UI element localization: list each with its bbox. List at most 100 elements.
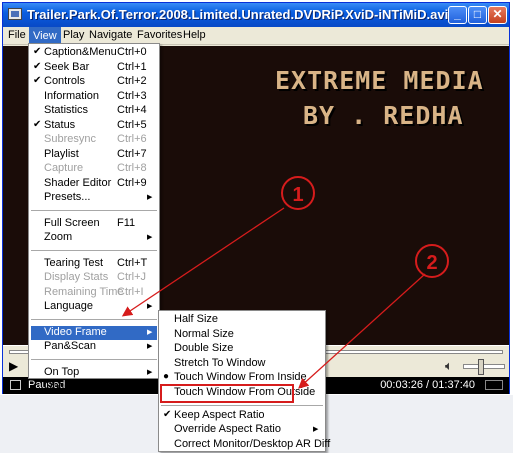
menu-item-label: Information xyxy=(44,89,100,102)
video-frame-item-keep-aspect-ratio[interactable]: ✔ Keep Aspect Ratio xyxy=(161,409,323,424)
menu-separator xyxy=(31,318,157,320)
view-menu-item-on-top[interactable]: On Top ▶ xyxy=(31,366,157,381)
resize-grip-icon[interactable] xyxy=(485,380,503,390)
menu-item-label: Keep Aspect Ratio xyxy=(174,408,265,421)
menu-item-label: Statistics xyxy=(44,104,89,116)
menu-item-label: On Top xyxy=(44,365,80,378)
view-menu-item-zoom[interactable]: Zoom ▶ xyxy=(31,231,157,246)
video-frame-item-correct-monitor-desktop-ar-diff[interactable]: Correct Monitor/Desktop AR Diff xyxy=(161,438,330,453)
view-menu-item-video-frame[interactable]: Video Frame ▶ xyxy=(31,325,157,340)
menu-item-shortcut: Ctrl+J xyxy=(117,271,147,283)
view-menu-item-status[interactable]: ✔ Status Ctrl+5 xyxy=(31,119,157,134)
menu-item-label: Stretch To Window xyxy=(174,356,266,369)
menu-item-shortcut: Ctrl+0 xyxy=(117,46,147,58)
menu-separator xyxy=(31,358,157,360)
menu-item-label: Display Stats xyxy=(44,271,109,283)
menu-item-label: Zoom xyxy=(44,231,73,243)
video-frame-submenu: Half Size Normal Size Double Size Stretch T… xyxy=(158,310,330,453)
menu-item-label: Pan&Scan xyxy=(44,340,96,352)
close-button[interactable]: ✕ xyxy=(488,6,507,24)
view-menu-item-full-screen[interactable]: Full Screen F11 xyxy=(31,217,157,232)
menu-item-label: Caption&Menu xyxy=(44,46,117,58)
menu-item-label: Language xyxy=(44,300,93,312)
submenu-arrow-icon: ▶ xyxy=(147,303,153,310)
watermark-line2: BY . REDHA xyxy=(303,101,464,130)
view-menu-item-presets[interactable]: Presets... ▶ xyxy=(31,191,157,206)
menu-help[interactable]: Help xyxy=(183,29,206,41)
menu-item-label: Presets... xyxy=(44,191,91,203)
menu-item-shortcut: Ctrl+8 xyxy=(117,162,147,174)
volume-slider-knob[interactable] xyxy=(478,359,484,375)
title-bar[interactable]: Trailer.Park.Of.Terror.2008.Limited.Unra… xyxy=(3,3,509,27)
app-icon xyxy=(8,8,22,20)
view-menu-item-caption-menu[interactable]: ✔ Caption&Menu Ctrl+0 xyxy=(31,46,157,61)
window-title: Trailer.Park.Of.Terror.2008.Limited.Unra… xyxy=(27,7,467,22)
menu-item-label: Half Size xyxy=(174,313,219,325)
submenu-arrow-icon: ▶ xyxy=(147,328,153,336)
check-icon: ✔ xyxy=(33,118,42,130)
view-menu-item-subresync[interactable]: Subresync Ctrl+6 xyxy=(31,133,157,148)
view-menu-item-remaining-time[interactable]: Remaining Time Ctrl+I xyxy=(31,286,157,301)
menu-separator xyxy=(31,209,157,211)
video-frame-item-override-aspect-ratio[interactable]: Override Aspect Ratio ▶ xyxy=(161,423,323,438)
view-menu-item-capture[interactable]: Capture Ctrl+8 xyxy=(31,162,157,177)
watermark-line1: EXTREME MEDIA xyxy=(275,66,484,95)
view-menu-item-controls[interactable]: ✔ Controls Ctrl+2 xyxy=(31,75,157,90)
menu-separator xyxy=(161,404,323,406)
menu-item-label: Video Frame xyxy=(44,325,107,338)
menu-item-label: Full Screen xyxy=(44,216,100,229)
menu-item-shortcut: Ctrl+I xyxy=(117,285,144,298)
menu-item-label: Correct Monitor/Desktop AR Diff xyxy=(174,437,331,450)
menu-navigate[interactable]: Navigate xyxy=(89,29,132,41)
menu-favorites[interactable]: Favorites xyxy=(137,29,182,41)
menu-item-label: Shader Editor xyxy=(44,176,112,189)
view-menu-item-seek-bar[interactable]: ✔ Seek Bar Ctrl+1 xyxy=(31,61,157,76)
menu-item-label: Remaining Time xyxy=(44,285,124,298)
play-icon[interactable]: ▶ xyxy=(9,359,18,373)
volume-track[interactable] xyxy=(463,364,505,369)
menu-item-shortcut: Ctrl+4 xyxy=(117,104,147,116)
menu-item-label: Subresync xyxy=(44,133,96,145)
maximize-button[interactable]: □ xyxy=(468,6,487,24)
view-menu-item-shader-editor[interactable]: Shader Editor Ctrl+9 xyxy=(31,177,157,192)
menu-item-shortcut: Ctrl+1 xyxy=(117,60,147,73)
menu-item-label: Tearing Test xyxy=(44,256,104,269)
view-menu: ✔ Caption&Menu Ctrl+0 ✔ Seek Bar Ctrl+1 ✔ Contr… xyxy=(28,43,160,392)
menu-item-shortcut: Ctrl+6 xyxy=(117,133,147,145)
video-frame-item-normal-size[interactable]: Normal Size xyxy=(161,328,323,343)
view-menu-item-tearing-test[interactable]: Tearing Test Ctrl+T xyxy=(31,257,157,272)
menu-item-shortcut: Ctrl+5 xyxy=(117,118,147,131)
check-icon: ✔ xyxy=(163,408,172,420)
submenu-arrow-icon: ▶ xyxy=(313,426,319,434)
check-icon: ✔ xyxy=(33,75,42,86)
view-menu-item-pan-scan[interactable]: Pan&Scan ▶ xyxy=(31,340,157,355)
menu-item-label: Normal Size xyxy=(174,327,234,340)
submenu-arrow-icon: ▶ xyxy=(147,234,153,241)
menu-separator xyxy=(31,249,157,251)
view-menu-item-playlist[interactable]: Playlist Ctrl+7 xyxy=(31,148,157,163)
menu-item-shortcut: Ctrl+9 xyxy=(117,176,147,189)
menu-play[interactable]: Play xyxy=(63,29,84,41)
menu-item-label: Seek Bar xyxy=(44,60,90,73)
status-icon xyxy=(10,380,21,390)
submenu-arrow-icon: ▶ xyxy=(147,368,153,376)
minimize-button[interactable]: _ xyxy=(448,6,467,24)
video-frame-item-stretch-to-window[interactable]: Stretch To Window xyxy=(161,357,323,372)
check-icon: ✔ xyxy=(33,60,42,72)
menu-item-label: Status xyxy=(44,118,76,131)
video-frame-item-half-size[interactable]: Half Size xyxy=(161,313,323,328)
submenu-arrow-icon: ▶ xyxy=(147,343,153,350)
view-menu-item-statistics[interactable]: Statistics Ctrl+4 xyxy=(31,104,157,119)
menu-file[interactable]: File xyxy=(8,29,26,41)
menu-item-label: Capture xyxy=(44,162,84,174)
view-menu-item-display-stats[interactable]: Display Stats Ctrl+J xyxy=(31,271,157,286)
highlight-box xyxy=(160,384,294,403)
video-frame-item-double-size[interactable]: Double Size xyxy=(161,342,323,357)
menu-item-label: Touch Window From Inside xyxy=(174,371,307,384)
menu-item-shortcut: O xyxy=(117,380,126,392)
view-menu-item-options[interactable]: Options... O xyxy=(31,380,157,395)
view-menu-item-information[interactable]: Information Ctrl+3 xyxy=(31,90,157,105)
view-menu-item-language[interactable]: Language ▶ xyxy=(31,300,157,315)
speaker-icon[interactable]: 🔈︎ xyxy=(445,358,453,374)
menu-item-shortcut: Ctrl+3 xyxy=(117,89,147,102)
